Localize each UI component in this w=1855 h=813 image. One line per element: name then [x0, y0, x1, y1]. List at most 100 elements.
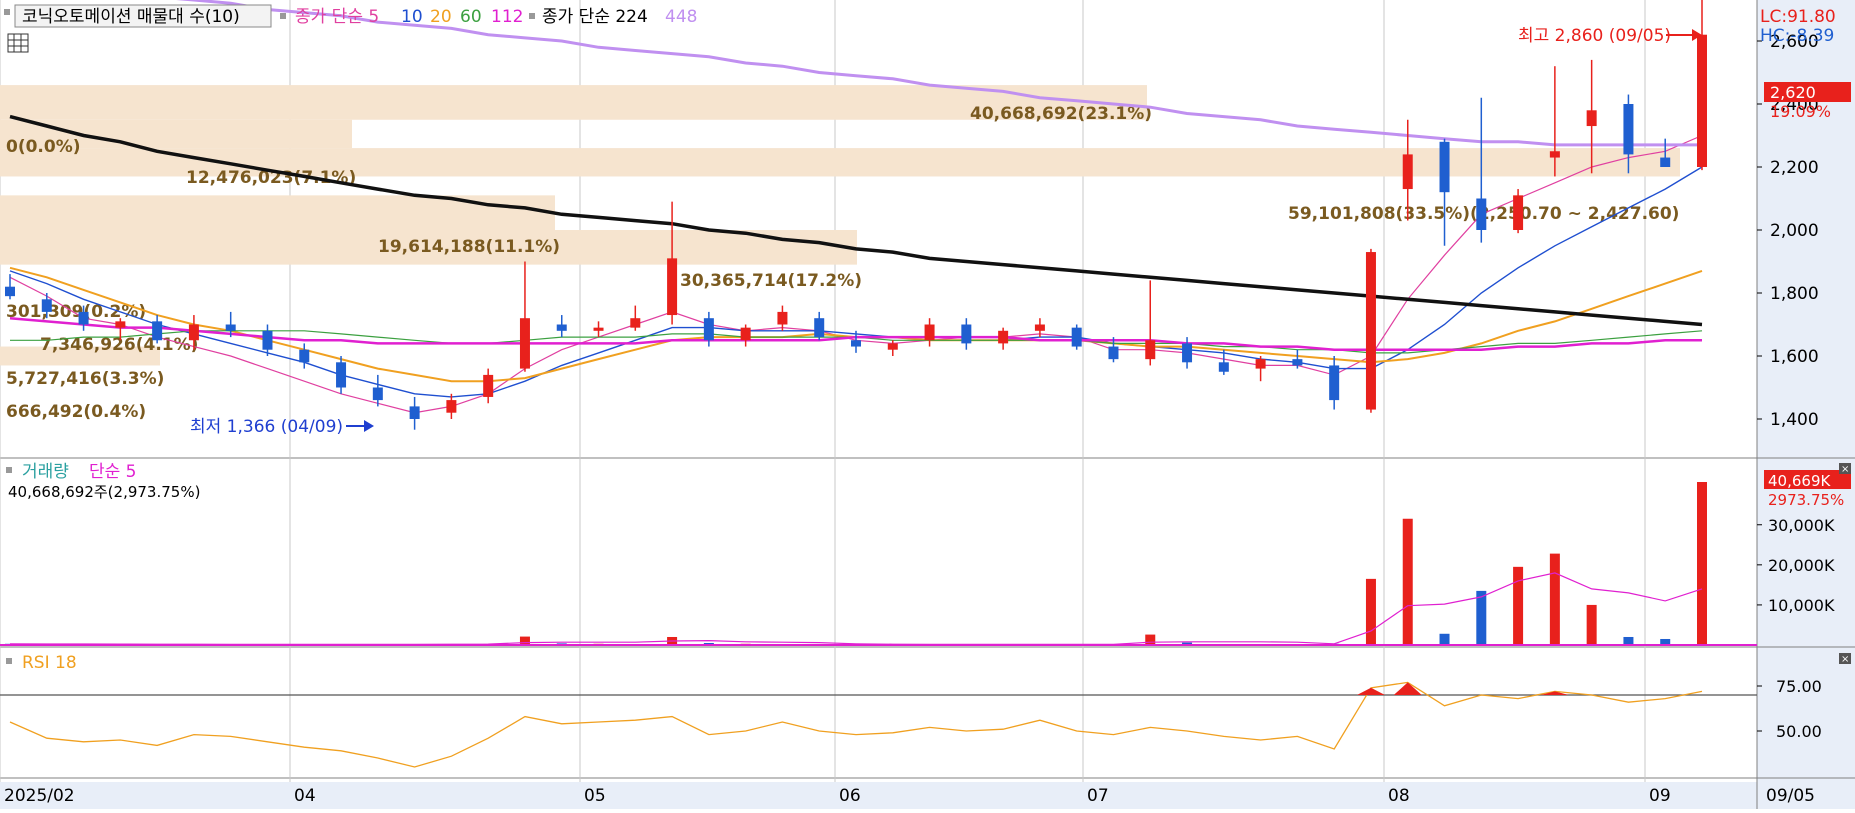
legend[interactable]: 코닉오토메이션 매물대 수(10) 종가 단순 5 10 20 60 112 종…: [4, 4, 697, 28]
volume-info: 40,668,692주(2,973.75%): [8, 483, 200, 501]
candle-body: [1145, 340, 1156, 360]
profile-label: 0(0.0%): [6, 137, 81, 157]
x-tick-label: 2025/02: [4, 786, 75, 806]
profile-label: 30,365,714(17.2%): [680, 271, 862, 291]
candle-body: [1329, 365, 1340, 401]
x-axis-bg: [0, 782, 1855, 809]
current-price: 2,620: [1770, 83, 1816, 102]
close-icon[interactable]: ×: [1839, 653, 1851, 665]
legend-bullet: [6, 467, 12, 473]
candle-body: [409, 406, 420, 419]
ma20-label[interactable]: 20: [430, 7, 452, 27]
volume-bar: [1145, 634, 1156, 645]
candle-body: [1365, 252, 1376, 410]
candle-body: [1034, 324, 1045, 331]
candle-body: [1071, 327, 1082, 347]
volume-bar: [1697, 482, 1707, 645]
low-arrow-icon: [346, 420, 374, 432]
candle-body: [78, 311, 89, 325]
x-tick-label: 07: [1087, 786, 1109, 806]
x-current-date: 09/05: [1766, 786, 1815, 806]
volume-ma-line: [9, 572, 1703, 646]
candle-body: [5, 286, 15, 297]
candle-body: [115, 321, 126, 328]
volume-bar: [1513, 566, 1524, 645]
candle-body: [1255, 359, 1266, 369]
x-tick-label: 04: [294, 786, 316, 806]
candle-body: [961, 324, 972, 344]
price-tick-label: 1,600: [1770, 347, 1819, 367]
stock-chart[interactable]: 40,668,692(23.1%) 0(0.0%) 12,476,023(7.1%)…: [0, 0, 1855, 809]
legend-bullet: [280, 13, 286, 19]
candle-body: [519, 318, 530, 369]
candle-body: [924, 324, 935, 341]
x-tick-label: 06: [839, 786, 861, 806]
ma60-label[interactable]: 60: [460, 7, 482, 27]
price-tick-label: 2,000: [1770, 221, 1819, 241]
candle-body: [1586, 110, 1597, 127]
candle-body: [336, 362, 347, 388]
ma10-label[interactable]: 10: [401, 7, 423, 27]
x-tick-label: 05: [584, 786, 606, 806]
rsi-title[interactable]: RSI 18: [22, 653, 77, 673]
current-volume: 40,669K: [1768, 472, 1831, 490]
grid-icon[interactable]: [7, 33, 29, 53]
ma448-label[interactable]: 448: [665, 7, 697, 27]
volume-title[interactable]: 거래량: [22, 462, 69, 482]
volume-bar: [1623, 636, 1634, 645]
candle-body: [667, 258, 678, 316]
hc-label: HC:-8.39: [1760, 26, 1834, 46]
candle-body: [851, 340, 861, 347]
volume-bar: [1549, 553, 1560, 645]
rsi-tick-label: 75.00: [1776, 677, 1822, 696]
profile-label: 5,727,416(3.3%): [6, 369, 164, 389]
stock-name: 코닉오토메이션 매물대 수(10): [22, 7, 240, 27]
candle-body: [262, 330, 273, 350]
candle-body: [41, 299, 52, 312]
x-tick-label: 08: [1388, 786, 1410, 806]
volume-ma-label[interactable]: 단순 5: [89, 462, 137, 482]
ma5-label[interactable]: 종가 단순 5: [295, 7, 379, 27]
volume-bar: [1439, 633, 1450, 645]
low-annotation: 최저 1,366 (04/09): [190, 417, 343, 437]
legend-bullet: [529, 13, 535, 19]
legend-bullet: [6, 658, 12, 664]
price-tick-label: 1,400: [1770, 410, 1819, 430]
candle-body: [1218, 362, 1229, 372]
candle-body: [225, 324, 236, 331]
candle-body: [1182, 343, 1193, 363]
candle-body: [1476, 198, 1487, 230]
ma224-label[interactable]: 종가 단순 224: [542, 7, 648, 27]
candle-body: [887, 343, 898, 350]
volume-bar: [1586, 604, 1597, 645]
candle-body: [1513, 195, 1524, 230]
high-arrow-icon: [1666, 29, 1702, 41]
candle-body: [483, 374, 494, 397]
candle-body: [446, 400, 457, 413]
candle-body: [1439, 141, 1450, 193]
candle-body: [1660, 157, 1671, 167]
volume-tick-label: 30,000K: [1768, 516, 1835, 535]
volume-bars: [0, 482, 1757, 646]
legend-bullet: [4, 9, 10, 15]
candle-body: [814, 318, 825, 338]
volume-bar: [1365, 578, 1376, 645]
rsi-overbought-fill: [1356, 687, 1385, 695]
rsi-line: [0, 681, 1757, 768]
candle-body: [299, 349, 310, 363]
ma112-label[interactable]: 112: [491, 7, 523, 27]
candle-body: [998, 330, 1009, 344]
profile-label: 7,346,926(4.1%): [40, 335, 198, 355]
candle-body: [1292, 359, 1303, 366]
current-change: 19.09%: [1770, 102, 1831, 121]
volume-axis: 30,000K 20,000K 10,000K: [1757, 516, 1835, 615]
candle-body: [777, 311, 788, 325]
candle-body: [1108, 346, 1119, 360]
volume-bar: [1402, 518, 1413, 645]
high-annotation: 최고 2,860 (09/05): [1518, 26, 1671, 46]
volume-bar: [519, 636, 530, 645]
candle-body: [703, 318, 714, 341]
volume-profile: 40,668,692(23.1%)0(0.0%)12,476,023(7.1%)…: [0, 85, 1680, 422]
close-icon[interactable]: ×: [1839, 463, 1851, 475]
profile-label: 666,492(0.4%): [6, 402, 146, 422]
